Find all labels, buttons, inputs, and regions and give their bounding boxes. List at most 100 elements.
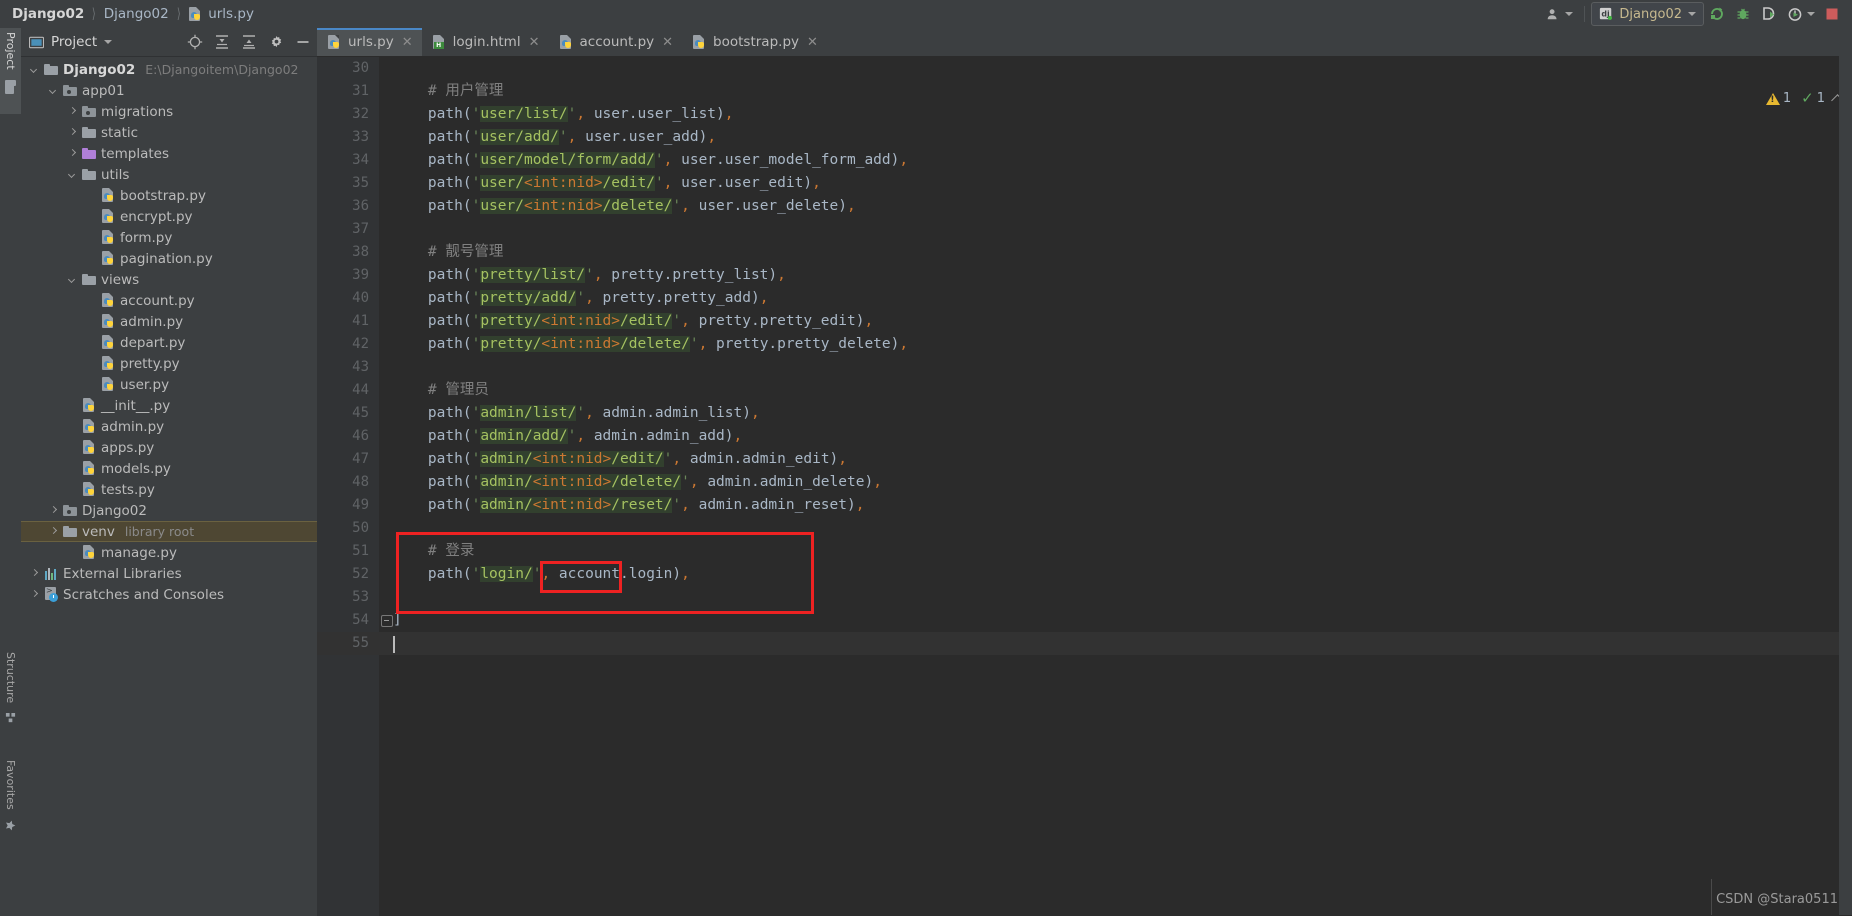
warning-count: 1 xyxy=(1782,91,1792,106)
line-number[interactable]: 53 xyxy=(317,586,369,609)
tree-node-account-py[interactable]: account.py xyxy=(21,290,317,311)
chevron-right-icon[interactable] xyxy=(29,568,40,579)
tree-node-tests-py[interactable]: tests.py xyxy=(21,479,317,500)
code-editor[interactable]: 30 31 # 用户管理 32 path('user/list/', user.us… xyxy=(317,57,1852,916)
tree-node-apps-py[interactable]: apps.py xyxy=(21,437,317,458)
line-number[interactable]: 45 xyxy=(317,402,369,425)
run-configuration-selector[interactable]: dj Django02 xyxy=(1591,2,1704,26)
close-icon[interactable]: ✕ xyxy=(807,35,818,50)
tree-node-external-libraries[interactable]: External Libraries xyxy=(21,563,317,584)
line-number[interactable]: 38 xyxy=(317,241,369,264)
close-icon[interactable]: ✕ xyxy=(529,35,540,50)
line-number[interactable]: 49 xyxy=(317,494,369,517)
editor-tab-bar[interactable]: urls.py ✕ Hlogin.html ✕ account.py ✕ bootstrap… xyxy=(317,28,1852,57)
line-number[interactable]: 54 xyxy=(317,609,369,632)
profile-button[interactable] xyxy=(1782,3,1820,25)
status-divider xyxy=(1711,879,1712,915)
tree-node-utils[interactable]: utils xyxy=(21,164,317,185)
tree-node-views[interactable]: views xyxy=(21,269,317,290)
settings-gear-icon[interactable] xyxy=(266,32,286,52)
fold-marker-icon[interactable] xyxy=(381,615,393,627)
stop-button[interactable] xyxy=(1820,3,1844,25)
line-number[interactable]: 51 xyxy=(317,540,369,563)
breadcrumb-item-module[interactable]: Django02 xyxy=(101,6,172,22)
locate-icon[interactable] xyxy=(185,32,205,52)
line-number[interactable]: 36 xyxy=(317,195,369,218)
tool-tab-structure[interactable]: Structure xyxy=(0,648,21,744)
chevron-right-icon[interactable] xyxy=(48,526,59,537)
breadcrumb-item-project[interactable]: Django02 xyxy=(9,6,87,22)
chevron-down-icon[interactable] xyxy=(67,169,78,180)
debug-button[interactable] xyxy=(1730,3,1756,25)
chevron-right-icon[interactable] xyxy=(29,589,40,600)
tree-node-admin-py[interactable]: admin.py xyxy=(21,416,317,437)
tree-node-app01[interactable]: app01 xyxy=(21,80,317,101)
chevron-down-icon[interactable] xyxy=(48,85,59,96)
line-number[interactable]: 46 xyxy=(317,425,369,448)
tree-node-form-py[interactable]: form.py xyxy=(21,227,317,248)
line-number[interactable]: 40 xyxy=(317,287,369,310)
tree-node-depart-py[interactable]: depart.py xyxy=(21,332,317,353)
line-number[interactable]: 32 xyxy=(317,103,369,126)
hide-panel-icon[interactable] xyxy=(293,32,313,52)
line-number[interactable]: 48 xyxy=(317,471,369,494)
tree-node-bootstrap-py[interactable]: bootstrap.py xyxy=(21,185,317,206)
tree-node-templates[interactable]: templates xyxy=(21,143,317,164)
close-icon[interactable]: ✕ xyxy=(402,35,413,50)
line-number[interactable]: 37 xyxy=(317,218,369,241)
collapse-all-icon[interactable] xyxy=(239,32,259,52)
chevron-right-icon[interactable] xyxy=(67,127,78,138)
line-number[interactable]: 55 xyxy=(317,632,369,655)
line-number[interactable]: 50 xyxy=(317,517,369,540)
tree-node-models-py[interactable]: models.py xyxy=(21,458,317,479)
tree-node-django02[interactable]: Django02 xyxy=(21,500,317,521)
ok-indicator[interactable]: ✓ 1 xyxy=(1801,91,1825,107)
close-icon[interactable]: ✕ xyxy=(662,35,673,50)
line-number[interactable]: 41 xyxy=(317,310,369,333)
inspection-widget[interactable]: 1 ✓ 1 xyxy=(1765,91,1844,107)
tree-node-admin-py[interactable]: admin.py xyxy=(21,311,317,332)
tree-node-scratches-and-consoles[interactable]: Scratches and Consoles xyxy=(21,584,317,605)
chevron-right-icon[interactable] xyxy=(67,148,78,159)
chevron-right-icon[interactable] xyxy=(67,106,78,117)
line-number[interactable]: 43 xyxy=(317,356,369,379)
tree-node-encrypt-py[interactable]: encrypt.py xyxy=(21,206,317,227)
run-button[interactable] xyxy=(1704,3,1730,25)
tree-node--init-py[interactable]: __init__.py xyxy=(21,395,317,416)
line-number[interactable]: 52 xyxy=(317,563,369,586)
user-account-button[interactable] xyxy=(1541,3,1578,25)
line-number[interactable]: 34 xyxy=(317,149,369,172)
editor-tab-urls-py[interactable]: urls.py ✕ xyxy=(317,28,422,56)
tree-node-manage-py[interactable]: manage.py xyxy=(21,542,317,563)
project-tree[interactable]: Django02 E:\Djangoitem\Django02 app01 migra… xyxy=(21,57,317,915)
line-number[interactable]: 33 xyxy=(317,126,369,149)
editor-tab-account-py[interactable]: account.py ✕ xyxy=(549,28,683,56)
editor-tab-bootstrap-py[interactable]: bootstrap.py ✕ xyxy=(682,28,827,56)
tree-node-pretty-py[interactable]: pretty.py xyxy=(21,353,317,374)
breadcrumb-item-file[interactable]: urls.py xyxy=(185,6,257,22)
coverage-button[interactable] xyxy=(1756,3,1782,25)
chevron-right-icon[interactable] xyxy=(48,505,59,516)
tree-node-pagination-py[interactable]: pagination.py xyxy=(21,248,317,269)
tree-node-migrations[interactable]: migrations xyxy=(21,101,317,122)
line-number[interactable]: 47 xyxy=(317,448,369,471)
expand-all-icon[interactable] xyxy=(212,32,232,52)
line-number[interactable]: 44 xyxy=(317,379,369,402)
tree-node-user-py[interactable]: user.py xyxy=(21,374,317,395)
tool-tab-project[interactable]: Project xyxy=(0,28,21,114)
chevron-down-icon[interactable] xyxy=(67,274,78,285)
editor-tab-login-html[interactable]: Hlogin.html ✕ xyxy=(422,28,549,56)
warning-indicator[interactable]: 1 xyxy=(1765,91,1792,106)
tree-node-django02[interactable]: Django02 E:\Djangoitem\Django02 xyxy=(21,59,317,80)
line-number[interactable]: 39 xyxy=(317,264,369,287)
tree-node-venv[interactable]: venv library root xyxy=(21,521,317,542)
line-number[interactable]: 42 xyxy=(317,333,369,356)
chevron-down-icon[interactable] xyxy=(104,40,113,44)
chevron-down-icon[interactable] xyxy=(29,64,40,75)
line-number[interactable]: 35 xyxy=(317,172,369,195)
line-number[interactable]: 30 xyxy=(317,57,369,80)
tree-node-static[interactable]: static xyxy=(21,122,317,143)
tool-tab-favorites[interactable]: Favorites xyxy=(0,756,21,856)
line-number[interactable]: 31 xyxy=(317,80,369,103)
